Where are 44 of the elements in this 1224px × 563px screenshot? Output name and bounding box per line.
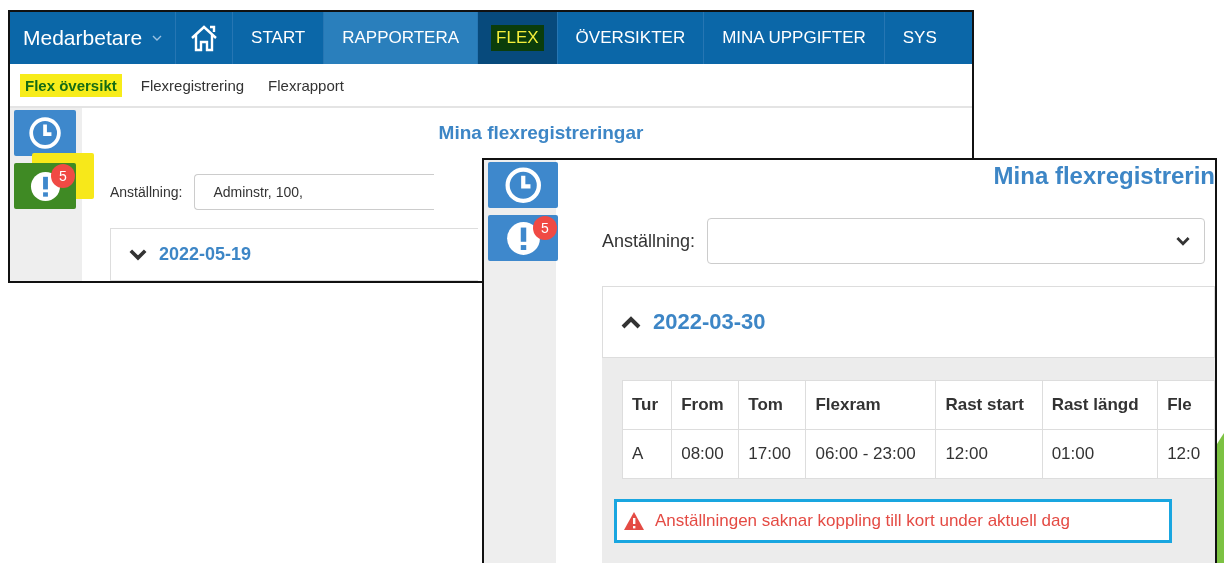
date-section-header[interactable]: 2022-05-19 bbox=[110, 228, 478, 281]
page-title: Mina flexregistrerin bbox=[992, 162, 1215, 190]
column-header: Tur bbox=[622, 380, 672, 430]
table-cell: A bbox=[622, 429, 672, 479]
chevron-up-icon bbox=[621, 315, 641, 329]
nav-tab[interactable]: SYS bbox=[884, 12, 942, 64]
warning-text: Anställningen saknar koppling till kort under aktuell dag bbox=[655, 511, 1070, 531]
chevron-down-icon bbox=[1176, 236, 1190, 246]
nav-tab[interactable]: FLEX bbox=[478, 12, 558, 64]
warning-icon bbox=[623, 511, 645, 531]
nav-tab[interactable]: RAPPORTERA bbox=[324, 12, 479, 64]
clock-button[interactable] bbox=[488, 162, 558, 208]
column-header: From bbox=[671, 380, 739, 430]
nav-tab[interactable]: MINA UPPGIFTER bbox=[704, 12, 885, 64]
subnav-link[interactable]: Flexregistrering bbox=[135, 73, 250, 97]
field-label: Anställning: bbox=[602, 230, 696, 252]
chevron-down-icon bbox=[129, 248, 147, 261]
column-header: Rast start bbox=[935, 380, 1043, 430]
table-cell: 12:00 bbox=[935, 429, 1043, 479]
subnav-link[interactable]: Flexrapport bbox=[263, 73, 349, 97]
table-cell: 06:00 - 23:00 bbox=[805, 429, 936, 479]
column-header: Rast längd bbox=[1042, 380, 1158, 430]
column-header: Flexram bbox=[805, 380, 936, 430]
column-header: Tom bbox=[738, 380, 806, 430]
table-cell: 17:00 bbox=[738, 429, 806, 479]
column-header: Fle bbox=[1157, 380, 1215, 430]
date-section-header[interactable]: 2022-03-30 bbox=[602, 286, 1215, 358]
employment-select[interactable]: Adminstr, 100, bbox=[194, 174, 435, 210]
caret-icon bbox=[152, 35, 163, 41]
nav-tab[interactable]: ÖVERSIKTER bbox=[557, 12, 705, 64]
count-badge: 5 bbox=[51, 164, 75, 188]
clock-icon bbox=[27, 115, 63, 151]
module-dropdown[interactable]: Medarbetare bbox=[10, 12, 177, 64]
page-title: Mina flexregistreringar bbox=[437, 122, 645, 144]
field-label: Anställning: bbox=[110, 184, 183, 200]
count-badge: 5 bbox=[533, 216, 557, 240]
table-cell: 01:00 bbox=[1042, 429, 1158, 479]
subnav-link[interactable]: Flex översikt bbox=[20, 73, 122, 97]
clock-icon bbox=[503, 165, 543, 205]
table-cell: 08:00 bbox=[671, 429, 739, 479]
alert-button[interactable]: 5 bbox=[488, 215, 558, 261]
alert-icon bbox=[505, 220, 541, 256]
table-cell: 12:0 bbox=[1157, 429, 1215, 479]
clock-button[interactable] bbox=[14, 110, 76, 156]
